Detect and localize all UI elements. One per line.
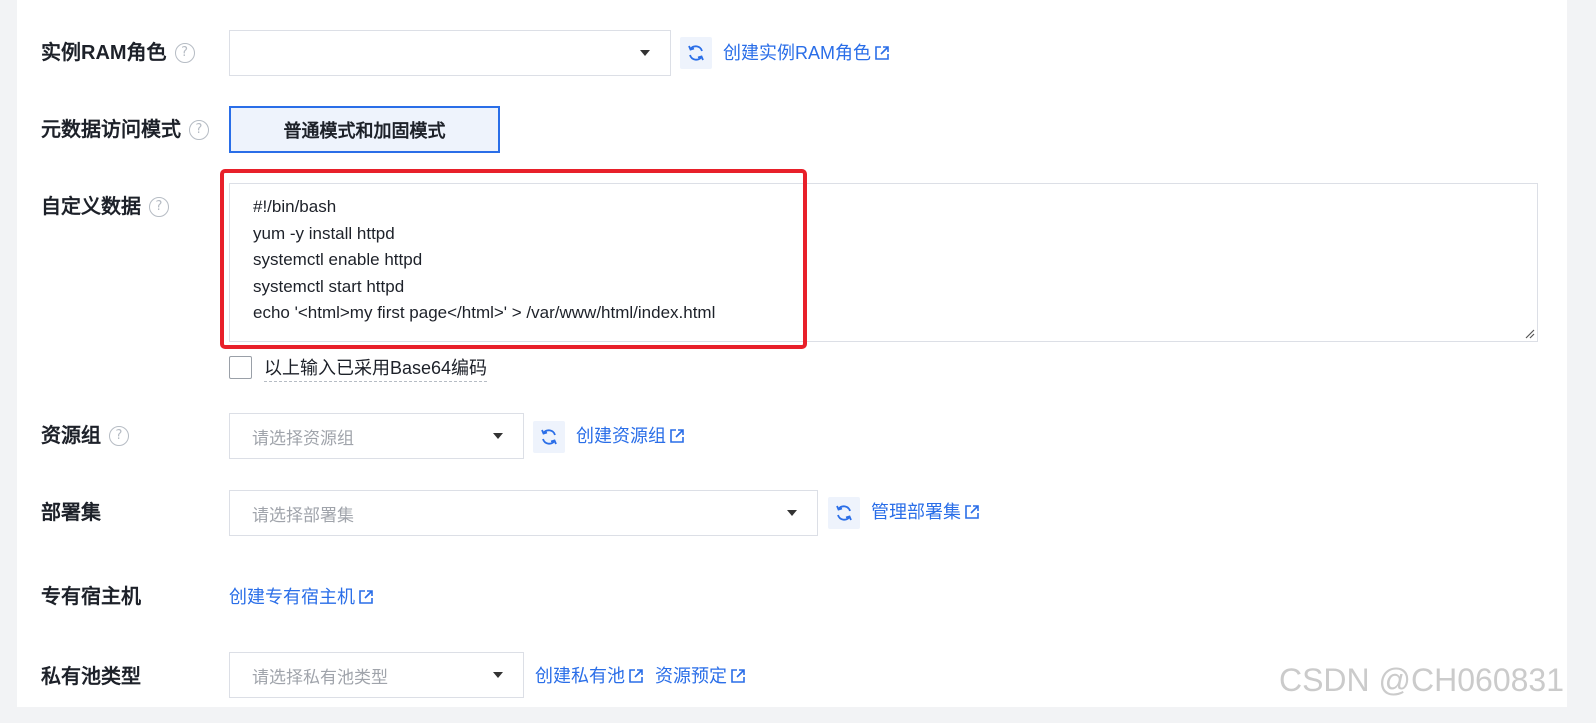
help-icon[interactable]: ? <box>189 120 209 140</box>
resource-reservation-link-text: 资源预定 <box>655 666 727 686</box>
chevron-down-icon <box>493 672 503 678</box>
deployment-set-label: 部署集 <box>41 498 101 528</box>
deployment-set-label-text: 部署集 <box>41 502 101 524</box>
dedicated-host-label: 专有宿主机 <box>41 582 141 612</box>
external-link-icon <box>965 505 979 519</box>
refresh-icon <box>836 505 852 521</box>
create-dedicated-host-link[interactable]: 创建专有宿主机 <box>229 582 374 612</box>
resource-group-refresh-button[interactable] <box>533 421 565 453</box>
create-dedicated-host-link-text: 创建专有宿主机 <box>229 587 355 607</box>
user-data-line: echo '<html>my first page</html>' > /var… <box>253 303 716 322</box>
private-pool-placeholder: 请选择私有池类型 <box>252 667 388 687</box>
resource-group-select[interactable]: 请选择资源组 <box>229 413 524 459</box>
help-icon[interactable]: ? <box>109 426 129 446</box>
external-link-icon <box>629 669 643 683</box>
user-data-textarea[interactable]: #!/bin/bash yum -y install httpd systemc… <box>229 183 1538 342</box>
user-data-label: 自定义数据 ? <box>41 192 169 222</box>
base64-checkbox[interactable] <box>229 356 252 379</box>
help-icon[interactable]: ? <box>149 197 169 217</box>
watermark-text: CSDN @CH060831 <box>1278 662 1564 698</box>
private-pool-select[interactable]: 请选择私有池类型 <box>229 652 524 698</box>
private-pool-label-text: 私有池类型 <box>41 666 141 688</box>
manage-deployment-set-link[interactable]: 管理部署集 <box>871 497 980 527</box>
user-data-line: systemctl start httpd <box>253 276 405 296</box>
resource-group-label: 资源组 ? <box>41 421 129 451</box>
resize-handle-icon[interactable] <box>1525 329 1535 339</box>
ram-role-refresh-button[interactable] <box>680 37 712 69</box>
manage-deployment-set-link-text: 管理部署集 <box>871 502 961 522</box>
external-link-icon <box>359 590 373 604</box>
refresh-icon <box>541 429 557 445</box>
user-data-label-text: 自定义数据 <box>41 196 141 218</box>
chevron-down-icon <box>787 510 797 516</box>
create-resource-group-link-text: 创建资源组 <box>576 426 666 446</box>
resource-reservation-link[interactable]: 资源预定 <box>655 661 746 691</box>
deployment-set-refresh-button[interactable] <box>828 497 860 529</box>
resource-group-label-text: 资源组 <box>41 425 101 447</box>
create-ram-role-link-text: 创建实例RAM角色 <box>723 43 871 63</box>
create-ram-role-link[interactable]: 创建实例RAM角色 <box>723 38 890 68</box>
external-link-icon <box>670 429 684 443</box>
user-data-line: #!/bin/bash <box>253 197 337 216</box>
ram-role-label-text: 实例RAM角色 <box>41 42 167 64</box>
private-pool-label: 私有池类型 <box>41 662 141 692</box>
ram-role-label: 实例RAM角色 ? <box>41 38 195 68</box>
help-icon[interactable]: ? <box>174 43 195 63</box>
create-private-pool-link-text: 创建私有池 <box>535 666 625 686</box>
base64-checkbox-label[interactable]: 以上输入已采用Base64编码 <box>264 355 488 382</box>
metadata-mode-label: 元数据访问模式 ? <box>41 115 209 145</box>
metadata-mode-option-button[interactable]: 普通模式和加固模式 <box>229 106 500 153</box>
chevron-down-icon <box>493 433 503 439</box>
metadata-mode-option-text: 普通模式和加固模式 <box>283 120 446 141</box>
deployment-set-placeholder: 请选择部署集 <box>252 505 354 525</box>
external-link-icon <box>731 669 745 683</box>
resource-group-placeholder: 请选择资源组 <box>252 428 354 448</box>
dedicated-host-label-text: 专有宿主机 <box>41 586 141 608</box>
create-private-pool-link[interactable]: 创建私有池 <box>535 661 644 691</box>
create-resource-group-link[interactable]: 创建资源组 <box>576 421 685 451</box>
external-link-icon <box>875 46 889 60</box>
user-data-line: yum -y install httpd <box>253 223 395 243</box>
metadata-mode-label-text: 元数据访问模式 <box>41 119 181 141</box>
refresh-icon <box>688 45 704 61</box>
ram-role-select[interactable] <box>229 30 671 76</box>
chevron-down-icon <box>640 50 650 56</box>
user-data-line: systemctl enable httpd <box>253 250 423 269</box>
deployment-set-select[interactable]: 请选择部署集 <box>229 490 818 536</box>
